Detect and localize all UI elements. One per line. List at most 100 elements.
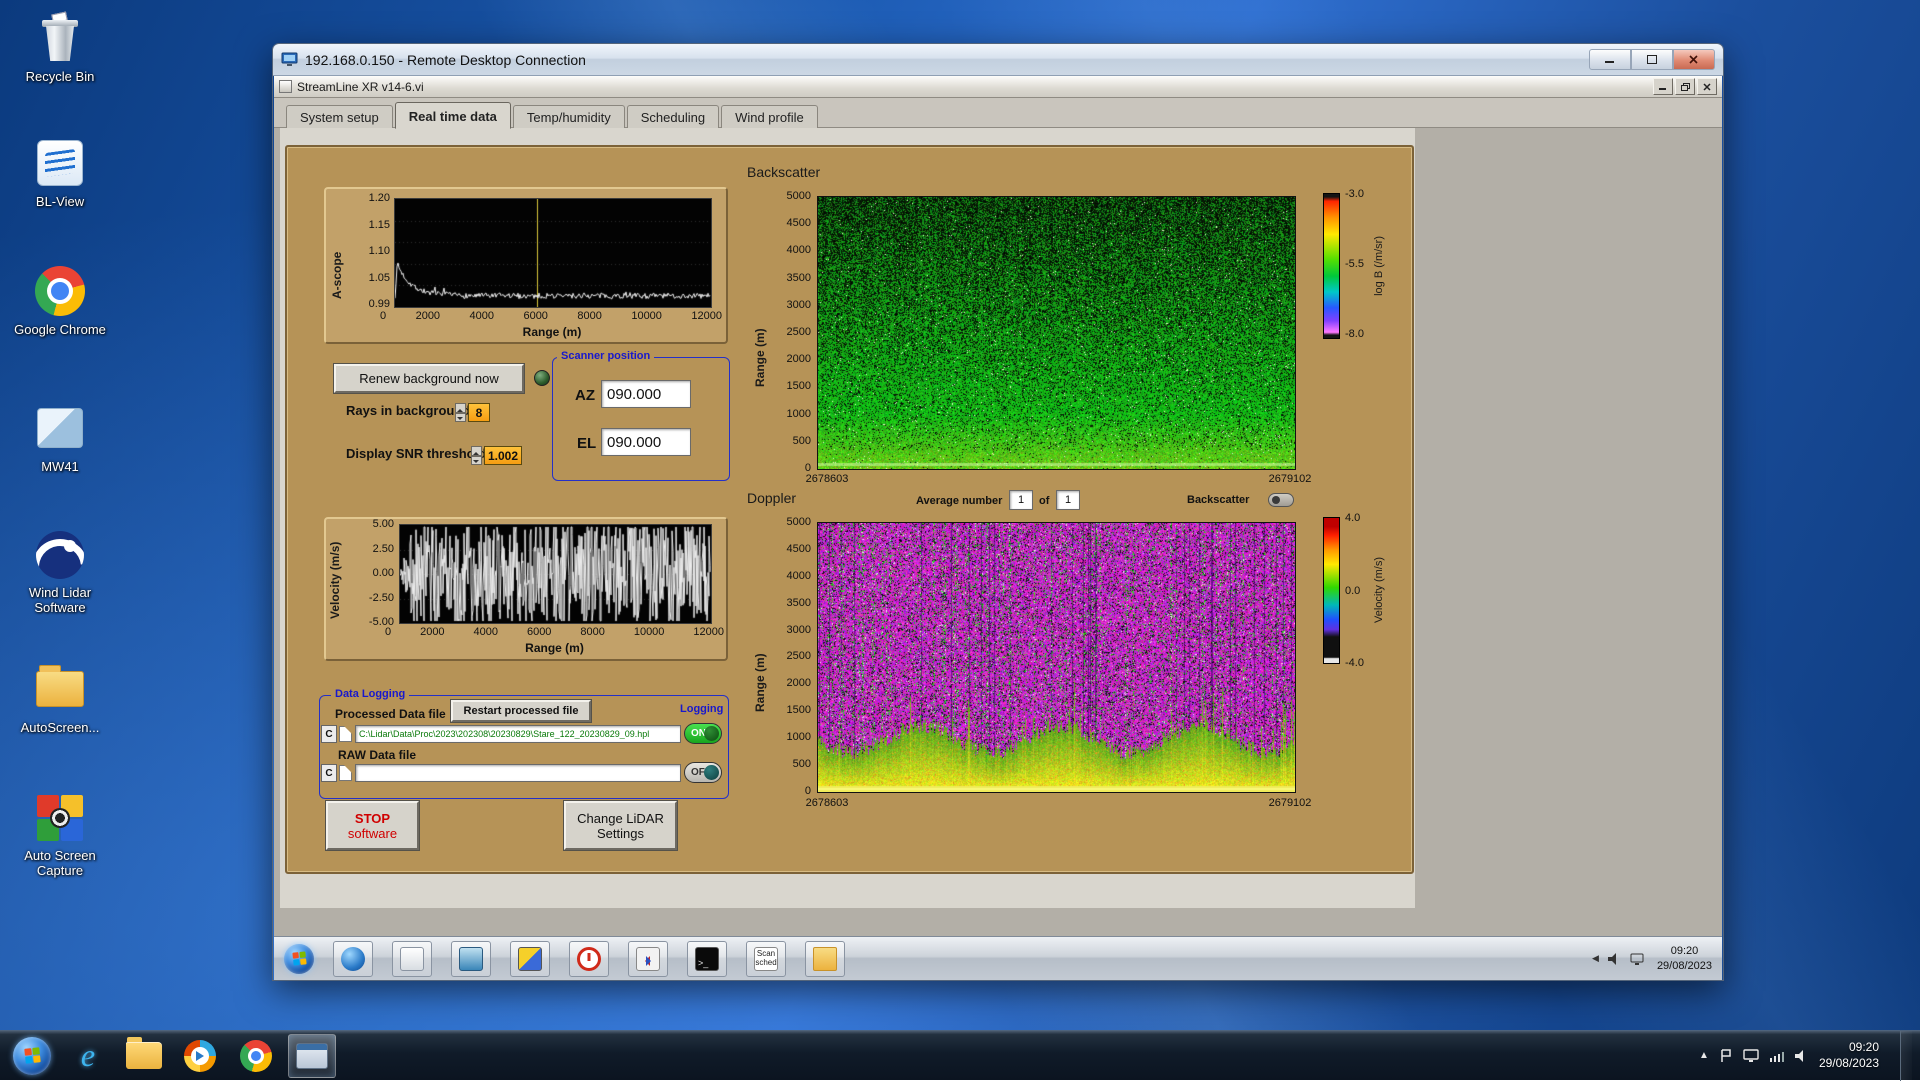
app-restore-button[interactable] (1675, 78, 1695, 95)
taskbar-item-chrome[interactable] (232, 1034, 280, 1078)
tick-label: 4000 (474, 626, 498, 638)
doppler-colorbar-title: Velocity (m/s) (1373, 517, 1385, 664)
console-icon: >_ (695, 947, 719, 971)
taskbar-item-remote-desktop[interactable] (288, 1034, 336, 1078)
rays-spinner[interactable] (455, 403, 466, 422)
doppler-x-start: 2678603 (806, 797, 849, 809)
velocity-plot-canvas (399, 524, 712, 624)
tab-system-setup[interactable]: System setup (286, 105, 393, 128)
tick-label: -5.5 (1345, 258, 1364, 270)
remote-app-console[interactable]: >_ (687, 941, 727, 977)
remote-app-scan-sched[interactable]: Scan sched (746, 941, 786, 977)
az-input[interactable] (601, 380, 691, 408)
tick-label: 0.99 (369, 298, 390, 310)
ascope-graph: A-scope 1.201.151.101.050.99 02000400060… (324, 187, 728, 344)
desktop-icon-label: Google Chrome (14, 323, 106, 338)
remote-desktop-icon (296, 1043, 328, 1069)
tab-wind-profile[interactable]: Wind profile (721, 105, 818, 128)
stop-software-button[interactable]: STOP software (326, 801, 419, 850)
file-browse-icon[interactable] (339, 726, 352, 742)
raw-file-path-input[interactable] (355, 764, 681, 782)
show-hidden-icons-arrow[interactable]: ▲ (1699, 1050, 1709, 1061)
desktop-icon-mw41[interactable]: MW41 (12, 400, 108, 475)
average-total-input[interactable] (1056, 490, 1080, 510)
action-center-flag-icon[interactable] (1720, 1049, 1732, 1063)
power-icon (577, 947, 601, 971)
processed-file-path-input[interactable] (355, 725, 681, 743)
rays-value-field[interactable]: 8 (468, 403, 490, 422)
app-tabstrip: System setup Real time data Temp/humidit… (274, 98, 1722, 128)
el-input[interactable] (601, 428, 691, 456)
velocity-x-ticks: 020004000600080001000012000 (385, 626, 724, 638)
speaker-icon[interactable] (1795, 1050, 1808, 1062)
taskbar-item-media-player[interactable] (176, 1034, 224, 1078)
remote-system-tray: ◀ 09:20 29/08/2023 (1592, 944, 1712, 973)
backscatter-heatmap-canvas (817, 196, 1296, 470)
remote-app-browser[interactable] (333, 941, 373, 977)
raw-logging-toggle[interactable]: OFF (684, 762, 722, 783)
drive-letter-icon[interactable]: C (321, 764, 337, 782)
remote-start-button[interactable] (284, 944, 314, 974)
scanner-position-label: Scanner position (557, 350, 654, 362)
display-icon[interactable] (1743, 1049, 1759, 1062)
snr-spinner[interactable] (471, 446, 482, 465)
backscatter-toggle-label: Backscatter (1187, 494, 1249, 506)
backscatter-toggle[interactable] (1268, 493, 1294, 507)
remote-app-document[interactable] (392, 941, 432, 977)
host-clock[interactable]: 09:20 29/08/2023 (1819, 1040, 1879, 1071)
restart-processed-file-button[interactable]: Restart processed file (451, 700, 591, 722)
app-titlebar[interactable]: StreamLine XR v14-6.vi (274, 76, 1722, 98)
desktop-icon-google-chrome[interactable]: Google Chrome (12, 263, 108, 338)
drive-letter-icon[interactable]: C (321, 725, 337, 743)
show-desktop-button[interactable] (1900, 1031, 1912, 1081)
taskbar-item-internet-explorer[interactable]: e (64, 1034, 112, 1078)
file-browse-icon[interactable] (339, 765, 352, 781)
el-label: EL (577, 435, 596, 452)
doppler-title: Doppler (747, 490, 796, 506)
minimize-button[interactable] (1589, 49, 1631, 70)
backscatter-colorbar-ticks: -3.0-5.5-8.0 (1345, 188, 1364, 340)
front-panel: A-scope 1.201.151.101.050.99 02000400060… (280, 128, 1415, 908)
tick-label: 2.50 (373, 543, 394, 555)
taskbar-item-explorer[interactable] (120, 1034, 168, 1078)
recycle-bin-icon (32, 10, 88, 66)
desktop-icon-autoscreen[interactable]: AutoScreen... (12, 661, 108, 736)
start-button[interactable] (8, 1034, 56, 1078)
tick-label: 1.05 (369, 272, 390, 284)
tab-real-time-data[interactable]: Real time data (395, 102, 511, 129)
processed-logging-toggle[interactable]: ON (684, 723, 722, 744)
ascope-plot-canvas[interactable] (394, 198, 712, 308)
desktop-icon-auto-screen-capture[interactable]: Auto Screen Capture (12, 790, 108, 879)
tab-temp-humidity[interactable]: Temp/humidity (513, 105, 625, 128)
remote-app-xr[interactable] (628, 941, 668, 977)
app-minimize-button[interactable] (1653, 78, 1673, 95)
tick-label: 4500 (787, 543, 811, 555)
raw-data-file-label: RAW Data file (338, 748, 416, 762)
average-number-input[interactable] (1009, 490, 1033, 510)
remote-app-monitor[interactable] (451, 941, 491, 977)
show-hidden-icons-arrow[interactable]: ◀ (1592, 953, 1599, 964)
snr-value-field[interactable]: 1.002 (484, 446, 522, 465)
desktop-icon-label: BL-View (36, 195, 84, 210)
close-button[interactable] (1673, 49, 1715, 70)
network-icon[interactable] (1630, 953, 1644, 965)
remote-clock[interactable]: 09:20 29/08/2023 (1657, 944, 1712, 973)
maximize-button[interactable] (1631, 49, 1673, 70)
desktop-icon-bl-view[interactable]: BL-View (12, 135, 108, 210)
tick-label: 0.00 (373, 567, 394, 579)
change-lidar-settings-button[interactable]: Change LiDAR Settings (564, 801, 677, 850)
rdp-titlebar[interactable]: 192.168.0.150 - Remote Desktop Connectio… (273, 44, 1723, 76)
desktop-icon-recycle-bin[interactable]: Recycle Bin (12, 10, 108, 85)
speaker-icon[interactable] (1608, 953, 1621, 965)
scan-sched-icon: Scan sched (754, 947, 778, 971)
document-icon (400, 947, 424, 971)
tick-label: 2000 (416, 310, 440, 322)
renew-background-button[interactable]: Renew background now (334, 364, 524, 393)
remote-app-explorer[interactable] (805, 941, 845, 977)
remote-app-power[interactable] (569, 941, 609, 977)
tab-scheduling[interactable]: Scheduling (627, 105, 719, 128)
app-close-button[interactable] (1697, 78, 1717, 95)
remote-app-window[interactable] (510, 941, 550, 977)
desktop-icon-wind-lidar[interactable]: Wind Lidar Software (12, 527, 108, 616)
network-signal-icon[interactable] (1770, 1050, 1784, 1062)
